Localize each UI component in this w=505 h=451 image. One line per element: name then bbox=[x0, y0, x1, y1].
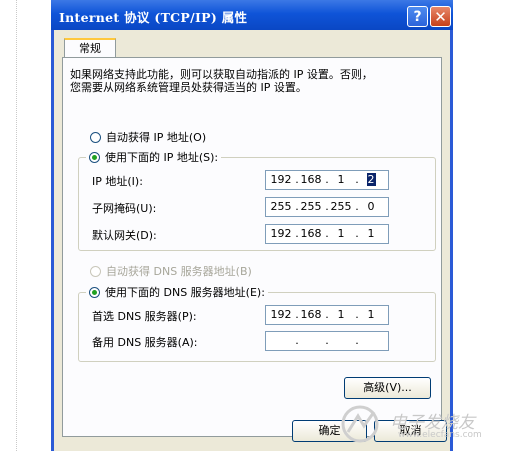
page-divider bbox=[16, 0, 17, 451]
description-line: 您需要从网络系统管理员处获得适当的 IP 设置。 bbox=[70, 81, 307, 94]
watermark-url: www.elecfans.com bbox=[398, 430, 482, 440]
ip-octet: 1 bbox=[367, 227, 375, 240]
subnet-mask-label: 子网掩码(U): bbox=[92, 202, 157, 215]
close-button[interactable]: ✕ bbox=[430, 6, 451, 27]
ip-address-label: IP 地址(I): bbox=[92, 175, 143, 188]
radio-manual-ip[interactable]: 使用下面的 IP 地址(S): bbox=[86, 149, 222, 165]
watermark: 电子发烧友 www.elecfans.com bbox=[338, 402, 498, 446]
title-bar: Internet 协议 (TCP/IP) 属性 ? ✕ bbox=[51, 0, 453, 30]
ip-octet: 1 bbox=[337, 308, 345, 321]
ip-octet: 192 bbox=[270, 227, 292, 240]
octet-separator: . bbox=[295, 334, 299, 347]
alternate-dns-label: 备用 DNS 服务器(A): bbox=[92, 336, 198, 349]
ip-octet: 255 bbox=[300, 200, 322, 213]
radio-manual-ip-label: 使用下面的 IP 地址(S): bbox=[105, 151, 219, 164]
advanced-button[interactable]: 高级(V)... bbox=[344, 377, 431, 399]
preferred-dns-field[interactable]: 192 . 168 . 1 . 1 bbox=[265, 305, 389, 325]
description-text: 如果网络支持此功能，则可以获取自动指派的 IP 设置。否则， 您需要从网络系统管… bbox=[70, 68, 400, 94]
subnet-mask-field[interactable]: 255 . 255 . 255 . 0 bbox=[265, 197, 389, 217]
ip-octet: 1 bbox=[337, 227, 345, 240]
ip-octet: 255 bbox=[270, 200, 292, 213]
dialog-body: 常规 如果网络支持此功能，则可以获取自动指派的 IP 设置。否则， 您需要从网络… bbox=[54, 30, 450, 451]
help-button[interactable]: ? bbox=[407, 6, 428, 27]
radio-button-selected-icon bbox=[89, 151, 100, 163]
ip-octet: 0 bbox=[367, 200, 375, 213]
watermark-logo-icon bbox=[341, 405, 379, 443]
page-margin bbox=[454, 0, 505, 451]
selected-octet-text: 2 bbox=[366, 173, 376, 186]
radio-manual-dns-label: 使用下面的 DNS 服务器地址(E): bbox=[105, 286, 265, 299]
ip-octet: 255 bbox=[330, 200, 352, 213]
preferred-dns-label: 首选 DNS 服务器(P): bbox=[92, 310, 197, 323]
description-line: 如果网络支持此功能，则可以获取自动指派的 IP 设置。否则， bbox=[70, 68, 373, 81]
octet-separator: . bbox=[355, 334, 359, 347]
ip-address-field[interactable]: 192 . 168 . 1 . 2 bbox=[265, 170, 389, 190]
ip-octet: 168 bbox=[300, 173, 322, 186]
ip-octet: 1 bbox=[337, 173, 345, 186]
octet-separator: . bbox=[325, 334, 329, 347]
radio-auto-ip-label: 自动获得 IP 地址(O) bbox=[106, 131, 207, 144]
ip-octet-selected: 2 bbox=[358, 173, 384, 186]
alternate-dns-field[interactable]: . . . bbox=[265, 331, 389, 351]
radio-button-disabled-icon bbox=[90, 265, 101, 277]
radio-manual-dns[interactable]: 使用下面的 DNS 服务器地址(E): bbox=[86, 284, 268, 300]
ip-octet: 192 bbox=[270, 308, 292, 321]
ip-octet: 192 bbox=[270, 173, 292, 186]
radio-auto-ip[interactable]: 自动获得 IP 地址(O) bbox=[90, 129, 206, 145]
tab-general[interactable]: 常规 bbox=[64, 38, 116, 58]
tcpip-properties-dialog: Internet 协议 (TCP/IP) 属性 ? ✕ 常规 如果网络支持此功能… bbox=[51, 0, 453, 451]
dns-server-group bbox=[78, 292, 436, 362]
radio-auto-dns[interactable]: 自动获得 DNS 服务器地址(B) bbox=[90, 263, 252, 279]
radio-auto-dns-label: 自动获得 DNS 服务器地址(B) bbox=[106, 265, 252, 278]
ip-octet: 1 bbox=[367, 308, 375, 321]
default-gateway-label: 默认网关(D): bbox=[92, 229, 157, 242]
ip-octet: 168 bbox=[300, 308, 322, 321]
default-gateway-field[interactable]: 192 . 168 . 1 . 1 bbox=[265, 224, 389, 244]
radio-button-icon bbox=[90, 131, 101, 143]
window-title: Internet 协议 (TCP/IP) 属性 bbox=[59, 10, 248, 25]
ip-octet: 168 bbox=[300, 227, 322, 240]
radio-button-selected-icon bbox=[89, 286, 100, 298]
